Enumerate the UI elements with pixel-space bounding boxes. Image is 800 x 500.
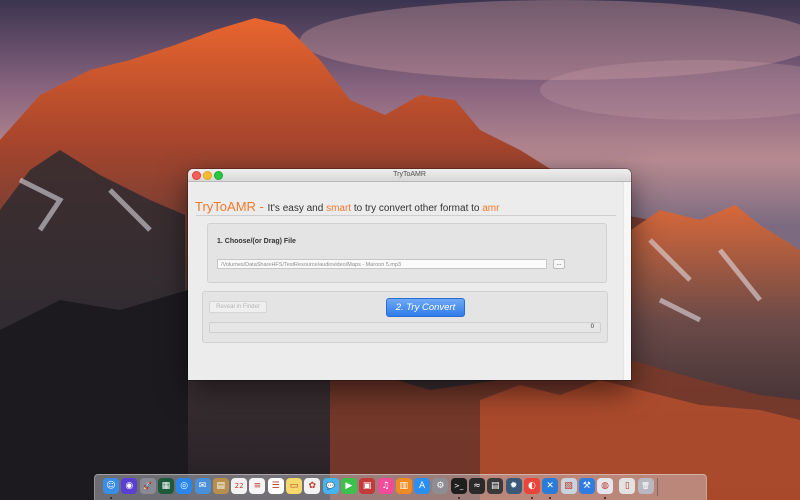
tagline-text-2: to try convert other format to (351, 203, 483, 214)
network-utility-icon[interactable]: ✹ (505, 478, 522, 494)
console-icon[interactable]: ▤ (487, 478, 504, 494)
safari-icon[interactable]: ◎ (176, 478, 193, 494)
running-indicator (457, 497, 460, 499)
tagline-dash: - (255, 199, 268, 214)
ibooks-icon[interactable]: ▥ (395, 478, 412, 494)
app-header: TryToAMR - It's easy and smart to try co… (195, 198, 499, 216)
mission-control-icon[interactable]: ▦ (157, 478, 174, 494)
photo-booth-icon[interactable]: ▣ (359, 478, 376, 494)
window-content: TryToAMR - It's easy and smart to try co… (188, 182, 624, 380)
choose-file-panel[interactable]: 1. Choose/(or Drag) File /Volumes/DataSh… (207, 223, 607, 283)
reminders-icon[interactable]: ☰ (267, 478, 284, 494)
try-convert-button[interactable]: 2. Try Convert (386, 298, 465, 317)
desktop: TryToAMR TryToAMR - It's easy and smart … (0, 0, 800, 500)
siri-icon[interactable]: ◉ (121, 478, 138, 494)
activity-monitor-icon[interactable]: ≈ (469, 478, 485, 494)
window-title: TryToAMR (393, 171, 426, 178)
launchpad-icon[interactable]: 🚀 (139, 478, 156, 494)
tagline-smart: smart (326, 203, 352, 214)
xcode-icon[interactable]: ⚒ (578, 478, 595, 494)
calendar-icon[interactable]: 22 (231, 478, 248, 494)
itunes-icon[interactable]: ♫ (377, 478, 394, 494)
trash-icon[interactable]: 🗑 (637, 478, 654, 494)
mail-icon[interactable]: ✉ (194, 478, 211, 494)
convert-panel: Reveal in Finder 2. Try Convert 0 (202, 291, 608, 343)
vscode-icon[interactable]: ✕ (542, 478, 559, 494)
progress-value: 0 (590, 324, 594, 330)
running-indicator (549, 497, 552, 499)
document-icon[interactable]: ▯ (619, 478, 636, 494)
photos-icon[interactable]: ✿ (304, 478, 321, 494)
dock-separator (657, 478, 658, 496)
trytoamr-icon[interactable]: ◍ (597, 478, 614, 494)
tagline-amr: amr (482, 203, 500, 214)
notes-icon[interactable]: ≡ (249, 478, 266, 494)
browse-button[interactable]: ... (553, 259, 565, 269)
stickies-icon[interactable]: ▭ (286, 478, 302, 494)
messages-icon[interactable]: 💬 (322, 478, 339, 494)
running-indicator (110, 497, 112, 499)
app-store-icon[interactable]: A (414, 478, 431, 494)
system-preferences-icon[interactable]: ⚙ (432, 478, 449, 494)
header-divider (196, 215, 616, 216)
finder-icon[interactable]: ☺ (103, 478, 119, 494)
progress-bar: 0 (209, 322, 601, 333)
title-bar[interactable]: TryToAMR (188, 169, 631, 182)
reveal-in-finder-button[interactable]: Reveal in Finder (209, 301, 267, 313)
running-indicator (604, 497, 607, 499)
app-name: TryToAMR (195, 199, 256, 214)
terminal-icon[interactable]: >_ (450, 478, 467, 494)
contacts-icon[interactable]: ▤ (212, 478, 229, 494)
dock: ☺ ◉ 🚀 ▦ ◎ ✉ ▤ 22 ≡ ☰ ▭ ✿ 💬 ▶ ▣ ♫ ▥ A ⚙ >_ ≈ ▤ ✹ ◐ ✕ ▧ ⚒ ◍ ▯ 🗑 (94, 474, 707, 500)
preview-icon[interactable]: ▧ (560, 478, 577, 494)
choose-file-label: 1. Choose/(or Drag) File (217, 238, 296, 245)
file-path-field[interactable]: /Volumes/DataShareHFS/TestResource/audio… (217, 259, 547, 269)
scrollbar[interactable] (623, 182, 631, 380)
chrome-icon[interactable]: ◐ (523, 478, 540, 494)
running-indicator (530, 497, 533, 499)
facetime-icon[interactable]: ▶ (340, 478, 357, 494)
trytoamr-window: TryToAMR TryToAMR - It's easy and smart … (188, 169, 631, 380)
tagline-text-1: It's easy and (267, 203, 327, 214)
